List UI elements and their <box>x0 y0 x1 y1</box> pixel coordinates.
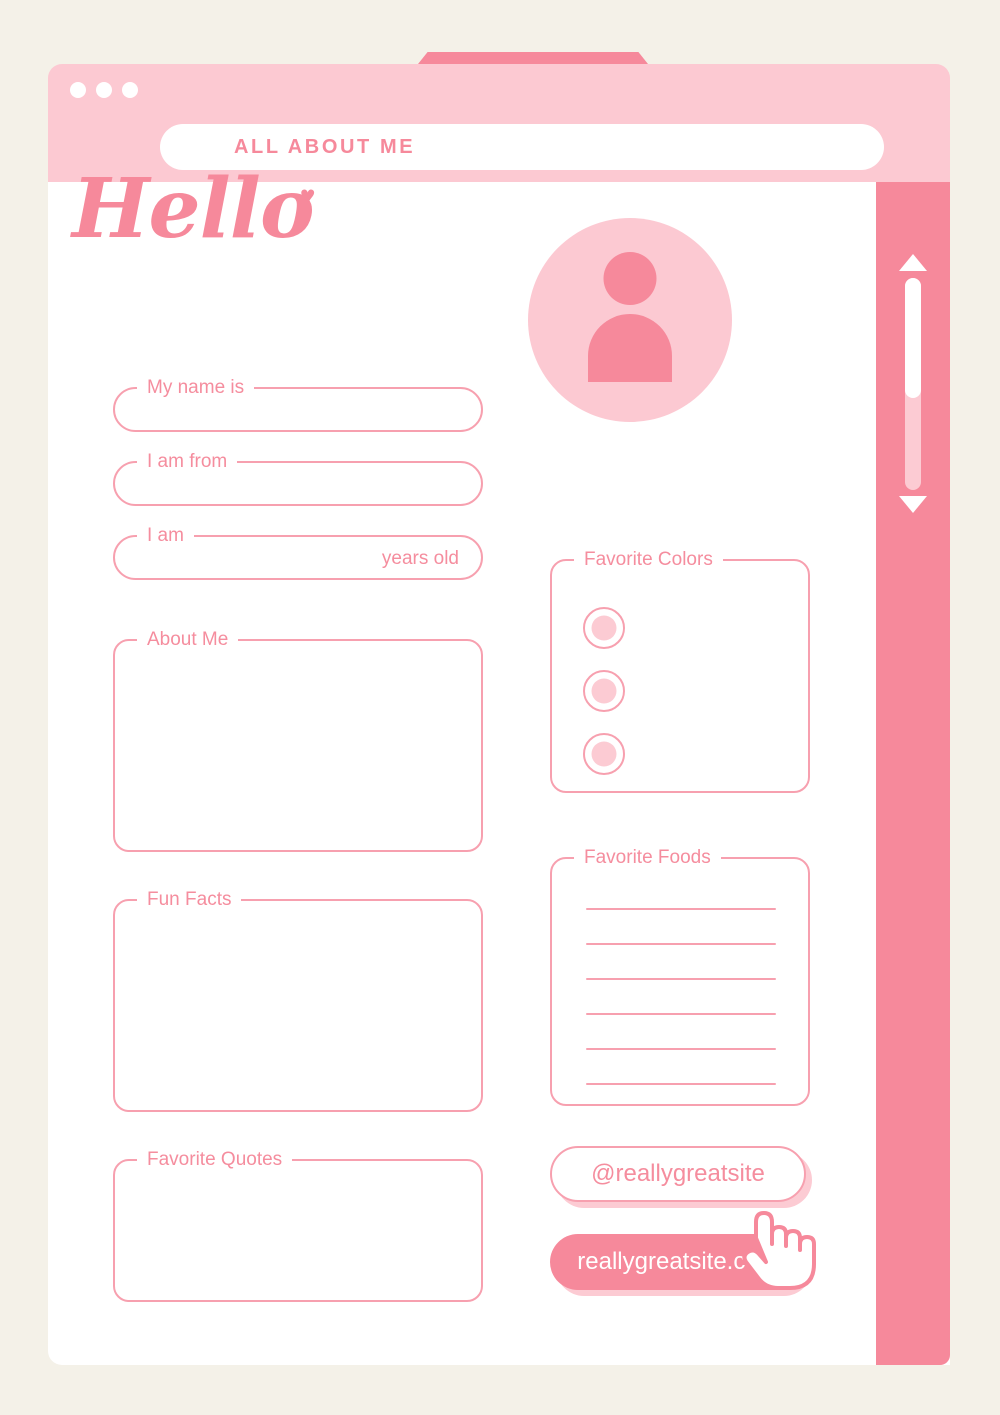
field-label-i-am: I am <box>147 525 184 546</box>
window-dot-minimize-icon[interactable] <box>96 82 112 98</box>
field-i-am-age[interactable]: I am years old <box>113 526 483 580</box>
person-icon-head <box>603 252 657 305</box>
window-dot-close-icon[interactable] <box>70 82 86 98</box>
scrollbar-track[interactable] <box>905 278 921 490</box>
textarea-label-fun-facts: Fun Facts <box>147 889 232 910</box>
food-line-5[interactable] <box>586 1048 776 1050</box>
favorite-colors-group[interactable]: Favorite Colors <box>550 550 810 793</box>
scroll-down-arrow-icon[interactable] <box>899 496 927 513</box>
website-label: reallygreatsite.com <box>577 1248 779 1275</box>
social-handle-label: @reallygreatsite <box>591 1160 765 1187</box>
favorite-foods-label: Favorite Foods <box>584 847 711 868</box>
field-label-my-name-is: My name is <box>147 377 245 398</box>
textarea-label-about-me: About Me <box>147 629 229 650</box>
textarea-fun-facts[interactable]: Fun Facts <box>113 890 483 1112</box>
textarea-favorite-quotes[interactable]: Favorite Quotes <box>113 1150 483 1302</box>
field-my-name-is[interactable]: My name is <box>113 378 483 432</box>
field-label-i-am-from: I am from <box>147 451 228 472</box>
food-line-3[interactable] <box>586 978 776 980</box>
address-bar-text: ALL ABOUT ME <box>234 135 416 158</box>
textarea-label-favorite-quotes: Favorite Quotes <box>147 1149 283 1170</box>
favorite-colors-label: Favorite Colors <box>584 549 713 570</box>
scrollbar-thumb[interactable] <box>905 278 921 398</box>
heart-icon: ♥ <box>300 180 316 210</box>
color-swatch-1-fill <box>591 615 617 641</box>
person-icon-body <box>588 314 672 382</box>
avatar[interactable] <box>528 218 732 422</box>
window-dot-maximize-icon[interactable] <box>122 82 138 98</box>
color-swatch-1[interactable] <box>583 607 625 649</box>
color-swatch-2-fill <box>591 678 617 704</box>
food-line-6[interactable] <box>586 1083 776 1085</box>
favorite-foods-group[interactable]: Favorite Foods <box>550 848 810 1106</box>
field-suffix-years-old: years old <box>381 548 459 569</box>
scroll-up-arrow-icon[interactable] <box>899 254 927 271</box>
food-line-2[interactable] <box>586 943 776 945</box>
color-swatch-3[interactable] <box>583 733 625 775</box>
color-swatch-3-fill <box>591 741 617 767</box>
field-i-am-from[interactable]: I am from <box>113 452 483 506</box>
color-swatch-2[interactable] <box>583 670 625 712</box>
website-button[interactable]: reallygreatsite.com <box>550 1234 806 1290</box>
window-controls <box>70 82 138 98</box>
food-line-1[interactable] <box>586 908 776 910</box>
food-line-4[interactable] <box>586 1013 776 1015</box>
page-title: Hello <box>72 161 315 257</box>
textarea-about-me[interactable]: About Me <box>113 630 483 852</box>
poster-canvas: ALL ABOUT ME Hello ♥ My name is I am fro… <box>0 0 1000 1415</box>
social-handle-button[interactable]: @reallygreatsite <box>550 1146 806 1202</box>
scrollbar[interactable] <box>876 182 950 1365</box>
